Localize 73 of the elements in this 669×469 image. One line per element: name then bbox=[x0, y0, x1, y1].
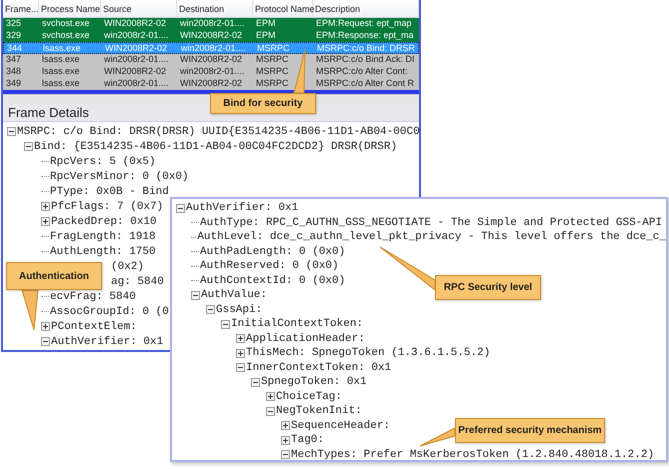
table-cell-text: WIN2008R2-02 bbox=[103, 18, 168, 30]
tree-node-label: AuthReserved: 0 (0x0) bbox=[200, 260, 339, 272]
tree-node-label: MechTypes: Prefer MsKerberosToken (1.2.840.48018.1.2.2) bbox=[291, 448, 654, 460]
table-cell-text: EPM bbox=[255, 18, 277, 30]
tree-node-label: AuthLength: 1750 bbox=[50, 246, 156, 258]
table-cell-text: WIN2008R2-02 bbox=[179, 78, 244, 90]
tree-node-label: PType: 0x0B - Bind bbox=[50, 186, 169, 198]
table-cell-text: 344 bbox=[6, 43, 24, 54]
tree-node-label: ecvFrag: 5840 bbox=[50, 290, 136, 302]
tree-node-label: GssApi: bbox=[216, 304, 262, 316]
tree-node-label: AuthValue: bbox=[201, 289, 268, 302]
table-cell-text: EPM:Response: ept_ma bbox=[315, 30, 415, 42]
table-cell-text: MSRPC:c/o Bind: DRSR bbox=[316, 43, 416, 54]
tree-node-label: AuthVerifier: 0x1 bbox=[51, 336, 164, 348]
table-cell-text: MSRPC bbox=[255, 78, 290, 90]
table-cell-text: 349 bbox=[5, 78, 22, 90]
tree-node-label: AuthContextId: 0 (0x0) bbox=[200, 274, 346, 287]
tree-node-label: SequenceHeader: bbox=[291, 420, 390, 432]
table-cell-text: 329 bbox=[5, 30, 22, 42]
table-cell-text: 347 bbox=[5, 54, 22, 66]
table-cell-text: MSRPC bbox=[255, 66, 290, 78]
table-cell-text: WIN2008R2-02 bbox=[103, 66, 168, 78]
tree-node-label: MSRPC: c/o Bind: DRSR(DRSR) UUID{E3514235-4B06-11D1-AB04-00C0 bbox=[17, 126, 420, 138]
tree-node-label: (0x2) bbox=[111, 260, 144, 272]
table-cell-text: lsass.exe bbox=[41, 78, 81, 90]
table-cell-text: win2008r2-01.... bbox=[180, 43, 247, 54]
callout-tooltip: Authentication bbox=[6, 262, 102, 290]
tree-node-label: PContextElem: bbox=[51, 320, 137, 332]
table-cell-text: WIN2008R2-02 bbox=[179, 30, 244, 42]
callout-tooltip: Preferred security mechanism bbox=[455, 418, 605, 443]
table-cell-text: MSRPC:c/o Alter Cont: bbox=[315, 66, 409, 78]
table-cell-text: MSRPC bbox=[255, 54, 290, 66]
table-cell-text: win2008r2-01.... bbox=[103, 30, 170, 42]
table-cell-text: lsass.exe bbox=[42, 43, 82, 54]
tree-node-label: InnerContextToken: 0x1 bbox=[246, 362, 392, 374]
table-cell-text: MSRPC:c/o Alter Cont R bbox=[315, 78, 416, 90]
table-cell-text: WIN2008R2-02 bbox=[104, 43, 168, 54]
tree-node-label: ApplicationHeader: bbox=[246, 332, 365, 345]
tree-node-label: ag: 5840 bbox=[111, 276, 164, 288]
tree-node-label: RpcVersMinor: 0 (0x0) bbox=[50, 170, 189, 182]
tree-node-label: PfcFlags: 7 (0x7) bbox=[51, 200, 164, 212]
tree-node-label: RpcVers: 5 (0x5) bbox=[50, 156, 156, 168]
tree-node-label: ChoiceTag: bbox=[276, 390, 342, 403]
tree-node-label: AuthVerifier: 0x1 bbox=[186, 202, 298, 214]
tree-node-label: Tag0: bbox=[291, 434, 324, 446]
table-cell-text: lsass.exe bbox=[41, 66, 81, 78]
table-cell-text: win2008r2-01.... bbox=[179, 66, 246, 78]
tree-node-label: InitialContextToken: bbox=[231, 318, 364, 330]
tree-node-label: FragLength: 1918 bbox=[50, 230, 156, 242]
tree-node-label: AuthPadLength: 0 (0x0) bbox=[200, 246, 346, 258]
table-cell-text: MSRPC:c/o Bind Ack: DI bbox=[315, 54, 416, 66]
table-cell-text: EPM bbox=[255, 30, 277, 42]
table-cell-text: MSRPC bbox=[256, 43, 291, 54]
tree-node-label: Bind: {E3514235-4B06-11D1-AB04-00C04FC2DCD2} DRSR(DRSR) bbox=[34, 140, 398, 152]
tree-node-label: ThisMech: SpnegoToken (1.3.6.1.5.5.2) bbox=[246, 347, 490, 360]
tree-node-label: AuthType: RPC_C_AUTHN_GSS_NEGOTIATE - The Simple and Protected GSS-API bbox=[200, 216, 662, 229]
table-cell-text: svchost.exe bbox=[41, 18, 91, 30]
table-cell-text: svchost.exe bbox=[41, 30, 91, 42]
table-cell-text: win2008r2-01.... bbox=[103, 78, 170, 90]
table-cell-text: win2008r2-01.... bbox=[179, 18, 246, 30]
tree-node-label: AssocGroupId: 0 (0 bbox=[50, 306, 169, 318]
tree-node-label: NegTokenInit: bbox=[276, 405, 362, 418]
tree-node-label: PackedDrep: 0x10 bbox=[51, 216, 157, 228]
table-cell-text: 348 bbox=[5, 66, 22, 78]
table-cell-text: WIN2008R2-02 bbox=[179, 54, 244, 66]
table-cell-text: win2008r2-01.... bbox=[103, 54, 170, 66]
tree-node-label: AuthLevel: dce_c_authn_level_pkt_privacy - This level offers the dce_c_ bbox=[197, 231, 666, 244]
table-cell-text: EPM:Request: ept_map bbox=[315, 18, 413, 30]
tree-node-label: SpnegoToken: 0x1 bbox=[261, 376, 367, 388]
callout-tooltip: RPC Security level bbox=[435, 275, 541, 300]
table-cell-text: lsass.exe bbox=[41, 54, 81, 66]
table-cell-text: 325 bbox=[5, 18, 22, 30]
callout-tooltip: Bind for security bbox=[210, 93, 316, 114]
